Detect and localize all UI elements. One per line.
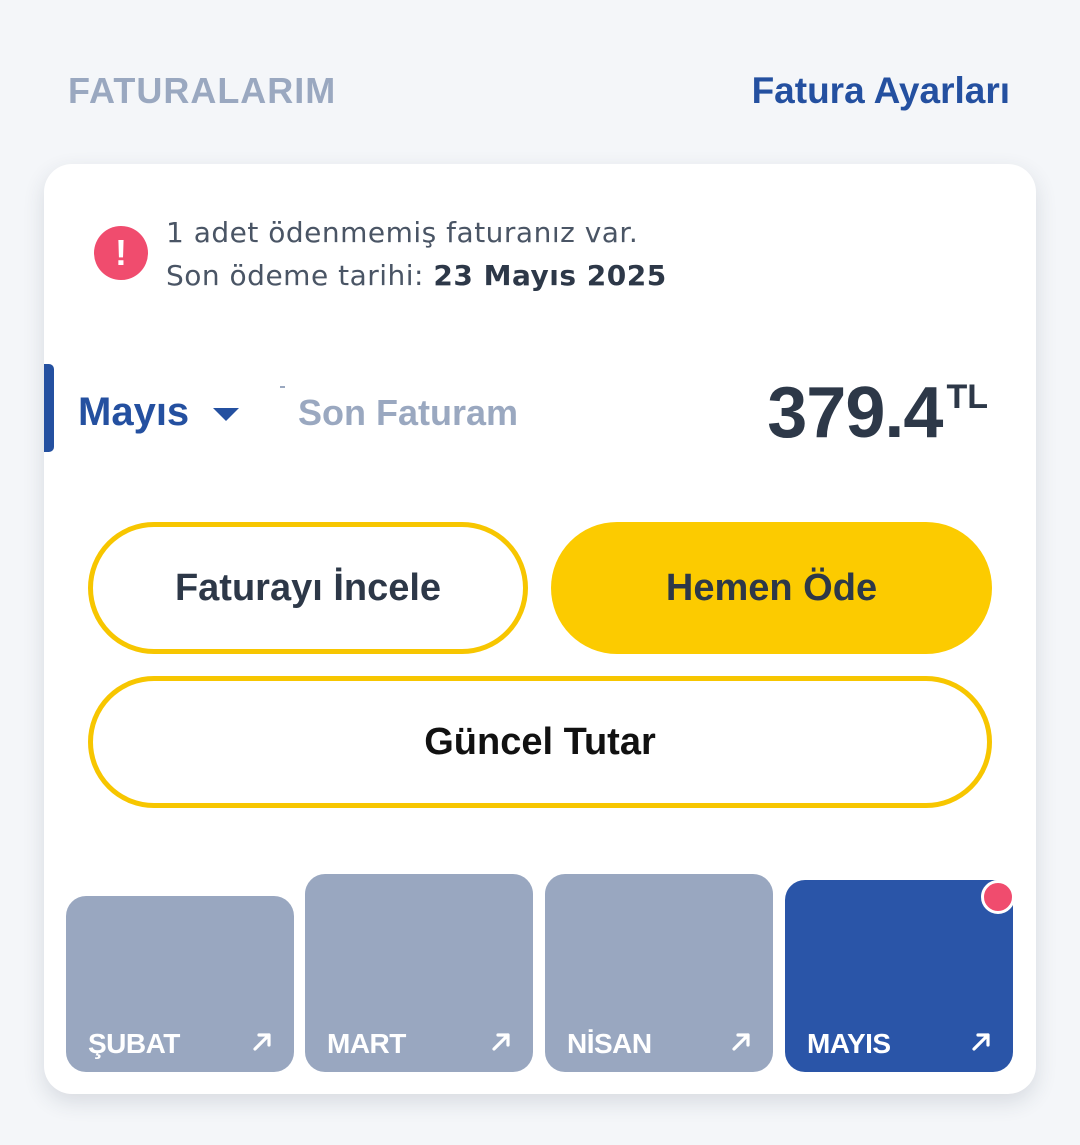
invoice-amount: 379.4 TL (767, 372, 988, 454)
arrow-up-right-icon (492, 1033, 510, 1051)
month-tile-mart[interactable]: MART (305, 874, 533, 1072)
due-date-value: 23 Mayıs 2025 (433, 259, 667, 292)
due-date-label: Son ödeme tarihi: (166, 259, 434, 292)
month-tile-nisan[interactable]: NİSAN (545, 874, 773, 1072)
amount-value: 379.4 (767, 373, 943, 453)
arrow-up-right-icon (253, 1033, 271, 1051)
arrow-up-right-icon (972, 1033, 990, 1051)
month-dropdown-label: Mayıs (78, 390, 190, 434)
amount-currency: TL (946, 378, 988, 416)
review-invoice-button[interactable]: Faturayı İncele (88, 522, 528, 654)
invoice-card: ! 1 adet ödenmemiş faturanız var. Son öd… (44, 164, 1036, 1094)
page-title: FATURALARIM (68, 70, 337, 111)
month-dropdown[interactable]: Mayıs (78, 390, 240, 435)
unpaid-alert-message: 1 adet ödenmemiş faturanız var. (166, 216, 639, 249)
pay-now-button[interactable]: Hemen Öde (551, 522, 992, 654)
exclamation-icon: ! (94, 226, 148, 280)
invoice-settings-link[interactable]: Fatura Ayarları (752, 70, 1010, 112)
unpaid-dot-badge (981, 880, 1015, 914)
current-amount-button[interactable]: Güncel Tutar (88, 676, 992, 808)
month-tile-label: MART (327, 1028, 406, 1059)
month-tile-label: ŞUBAT (88, 1028, 180, 1059)
month-tile-mayis[interactable]: MAYIS (785, 880, 1015, 1072)
caret-down-icon (213, 408, 240, 421)
month-tile-subat[interactable]: ŞUBAT (66, 896, 294, 1072)
month-tile-label: NİSAN (567, 1028, 652, 1059)
divider-tick (280, 386, 285, 388)
last-invoice-label: Son Faturam (298, 392, 519, 433)
selected-month-indicator (44, 364, 54, 452)
due-date-line: Son ödeme tarihi: 23 Mayıs 2025 (166, 259, 667, 292)
month-tile-label: MAYIS (807, 1028, 891, 1059)
arrow-up-right-icon (732, 1033, 750, 1051)
